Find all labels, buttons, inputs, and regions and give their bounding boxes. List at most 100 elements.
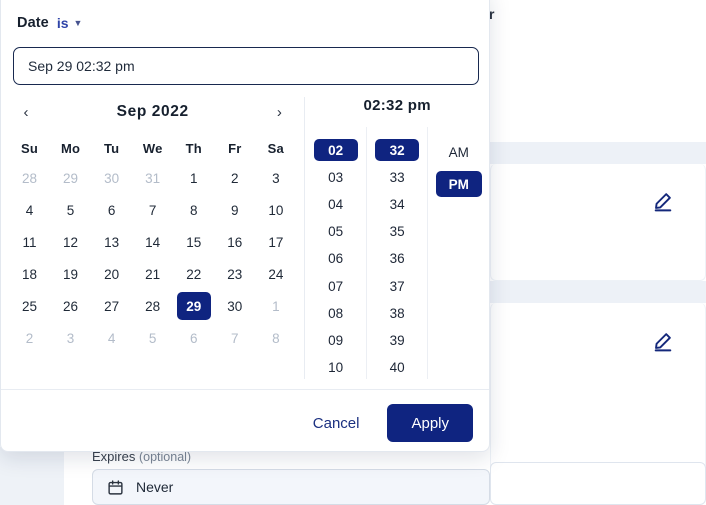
calendar-day[interactable]: 3 xyxy=(50,322,91,354)
calendar-day[interactable]: 15 xyxy=(173,226,214,258)
minute-option[interactable]: 38 xyxy=(375,302,419,324)
hour-option[interactable]: 10 xyxy=(314,357,358,379)
minute-option[interactable]: 35 xyxy=(375,221,419,243)
minute-option[interactable]: 37 xyxy=(375,275,419,297)
calendar-day-label: 24 xyxy=(268,266,284,282)
calendar-day-label: 2 xyxy=(25,330,34,346)
calendar-day[interactable]: 21 xyxy=(132,258,173,290)
calendar-day[interactable]: 2 xyxy=(214,162,255,194)
weekday-header: Fr xyxy=(228,141,242,156)
calendar-day[interactable]: 29 xyxy=(50,162,91,194)
calendar-day[interactable]: 7 xyxy=(214,322,255,354)
calendar-day-label: 2 xyxy=(231,170,239,186)
calendar-day[interactable]: 12 xyxy=(50,226,91,258)
popover-footer: Cancel Apply xyxy=(1,390,489,442)
calendar-day[interactable]: 22 xyxy=(173,258,214,290)
minute-option[interactable]: 40 xyxy=(375,357,419,379)
calendar-day-label: 16 xyxy=(227,234,243,250)
calendar-day[interactable]: 28 xyxy=(9,162,50,194)
minute-option[interactable]: 39 xyxy=(375,330,419,352)
calendar-day[interactable]: 25 xyxy=(9,290,50,322)
pencil-icon[interactable] xyxy=(652,190,674,212)
hour-option[interactable]: 08 xyxy=(314,302,358,324)
calendar-day[interactable]: 3 xyxy=(255,162,296,194)
calendar-day[interactable]: 30 xyxy=(214,290,255,322)
calendar-day[interactable]: 4 xyxy=(9,194,50,226)
calendar-day[interactable]: 10 xyxy=(255,194,296,226)
calendar-day[interactable]: 19 xyxy=(50,258,91,290)
calendar-day[interactable]: 8 xyxy=(173,194,214,226)
calendar-day[interactable]: 4 xyxy=(91,322,132,354)
filter-field-name: Date xyxy=(17,15,49,31)
calendar-day[interactable]: 13 xyxy=(91,226,132,258)
calendar-day[interactable]: 18 xyxy=(9,258,50,290)
weekday-header: Sa xyxy=(267,141,284,156)
chevron-left-icon[interactable]: ‹ xyxy=(17,105,35,120)
calendar-day[interactable]: 6 xyxy=(173,322,214,354)
calendar-day[interactable]: 28 xyxy=(132,290,173,322)
hour-option[interactable]: 09 xyxy=(314,330,358,352)
calendar-icon xyxy=(107,479,124,496)
calendar-day[interactable]: 1 xyxy=(255,290,296,322)
weekday-header: Su xyxy=(21,141,39,156)
calendar-day[interactable]: 26 xyxy=(50,290,91,322)
hour-option-selected[interactable]: 02 xyxy=(313,139,358,162)
chevron-down-icon[interactable]: ▼ xyxy=(74,18,83,28)
calendar-day[interactable]: 5 xyxy=(132,322,173,354)
background-top-card xyxy=(480,0,706,140)
calendar-day[interactable]: 20 xyxy=(91,258,132,290)
background-strip xyxy=(20,447,44,505)
calendar-day[interactable]: 11 xyxy=(9,226,50,258)
calendar-day-label: 21 xyxy=(145,266,161,282)
date-input[interactable]: Sep 29 02:32 pm xyxy=(13,47,479,85)
calendar-day[interactable]: 14 xyxy=(132,226,173,258)
calendar-day-label: 17 xyxy=(268,234,284,250)
calendar-day-label: 6 xyxy=(107,202,116,218)
meridiem-column[interactable]: AM PM xyxy=(428,127,489,379)
cancel-button[interactable]: Cancel xyxy=(303,407,370,440)
minute-option[interactable]: 33 xyxy=(375,166,419,188)
calendar-day[interactable]: 1 xyxy=(173,162,214,194)
background-panel-1 xyxy=(490,164,706,281)
background-strip xyxy=(0,447,20,505)
apply-button[interactable]: Apply xyxy=(387,404,473,442)
calendar-day-selected[interactable]: 29 xyxy=(173,290,214,322)
calendar-day-label: 15 xyxy=(186,234,202,250)
calendar-day[interactable]: 16 xyxy=(214,226,255,258)
calendar-day[interactable]: 9 xyxy=(214,194,255,226)
meridiem-option-selected[interactable]: PM xyxy=(435,171,482,197)
calendar-day[interactable]: 2 xyxy=(9,322,50,354)
expires-select[interactable]: Never xyxy=(92,469,490,505)
pencil-icon[interactable] xyxy=(652,330,674,352)
hour-option[interactable]: 04 xyxy=(314,193,358,215)
minutes-column[interactable]: 32 33 34 35 36 37 38 39 40 xyxy=(367,127,429,379)
calendar-day[interactable]: 6 xyxy=(91,194,132,226)
minute-option-selected[interactable]: 32 xyxy=(375,139,420,162)
background-section-band xyxy=(488,142,706,164)
calendar-day[interactable]: 23 xyxy=(214,258,255,290)
hours-column[interactable]: 02 03 04 05 06 07 08 09 10 xyxy=(305,127,367,379)
calendar-day[interactable]: 30 xyxy=(91,162,132,194)
calendar-day-label: 11 xyxy=(22,234,37,250)
filter-operator-button[interactable]: is xyxy=(57,15,69,31)
calendar-day-label: 25 xyxy=(22,298,38,314)
minute-option[interactable]: 36 xyxy=(375,248,419,270)
calendar-day[interactable]: 24 xyxy=(255,258,296,290)
calendar-day-label: 9 xyxy=(231,202,239,218)
calendar-nav: ‹ Sep 2022 › xyxy=(1,97,304,127)
hour-option[interactable]: 07 xyxy=(314,275,358,297)
meridiem-option[interactable]: AM xyxy=(436,139,482,165)
hour-option[interactable]: 05 xyxy=(314,221,358,243)
calendar-day[interactable]: 27 xyxy=(91,290,132,322)
calendar-day-label: 28 xyxy=(145,298,161,314)
calendar-day[interactable]: 31 xyxy=(132,162,173,194)
calendar-day[interactable]: 17 xyxy=(255,226,296,258)
calendar-day[interactable]: 8 xyxy=(255,322,296,354)
hour-option[interactable]: 06 xyxy=(314,248,358,270)
calendar-day[interactable]: 7 xyxy=(132,194,173,226)
chevron-right-icon[interactable]: › xyxy=(270,105,288,120)
weekday-header: Tu xyxy=(103,141,120,156)
hour-option[interactable]: 03 xyxy=(314,166,358,188)
minute-option[interactable]: 34 xyxy=(375,193,419,215)
calendar-day[interactable]: 5 xyxy=(50,194,91,226)
